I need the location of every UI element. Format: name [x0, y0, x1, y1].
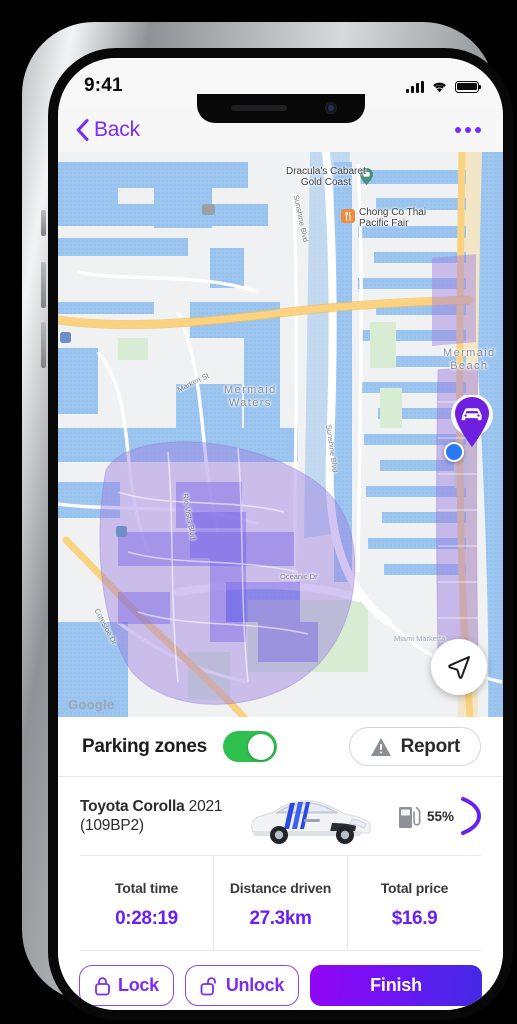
vehicle-make-model: Toyota Corolla: [80, 798, 185, 815]
navigation-arrow-icon: [448, 656, 470, 679]
warning-triangle-icon: [370, 737, 391, 756]
lock-open-icon: [200, 976, 216, 995]
status-bar-clock: 9:41: [84, 75, 123, 96]
vehicle-identity: Toyota Corolla 2021 (109BP2): [80, 797, 223, 835]
phone-screen: 9:41 Back Dracula's Cabaret Gold Coast C…: [58, 58, 503, 1010]
lock-button-label: Lock: [118, 975, 159, 995]
toggle-knob: [248, 733, 275, 760]
fuel-pump-icon: [398, 806, 421, 828]
lock-closed-icon: [95, 976, 110, 995]
stat-value: $16.9: [391, 908, 438, 929]
finish-button[interactable]: Finish: [310, 965, 482, 1006]
stat-value: 0:28:19: [115, 908, 178, 929]
stat-total-price: Total price $16.9: [347, 856, 481, 950]
report-button-label: Report: [400, 735, 461, 757]
parking-zones-row: Parking zones Report: [58, 717, 503, 777]
stat-label: Distance driven: [229, 880, 332, 896]
vehicle-row: Toyota Corolla 2021 (109BP2) 55%: [58, 777, 503, 855]
vehicle-name: Toyota Corolla 2021: [80, 797, 223, 817]
volume-up-button[interactable]: [41, 262, 46, 308]
unlock-button-label: Unlock: [225, 975, 285, 995]
map-canvas: [58, 152, 503, 717]
stat-distance-driven: Distance driven 27.3km: [213, 856, 347, 950]
stat-total-time: Total time 0:28:19: [80, 856, 213, 950]
phone-frame: 9:41 Back Dracula's Cabaret Gold Coast C…: [22, 22, 513, 1020]
stat-value: 27.3km: [249, 908, 312, 929]
map-attribution: Google: [68, 697, 115, 712]
parking-zones-label: Parking zones: [82, 735, 207, 757]
fuel-level-label: 55%: [426, 808, 454, 824]
volume-down-button[interactable]: [41, 322, 46, 368]
finish-button-label: Finish: [370, 975, 422, 995]
unlock-button[interactable]: Unlock: [184, 965, 300, 1006]
bottom-panel: Parking zones Report Toyota Corolla 2021…: [58, 717, 503, 1010]
vehicle-image: [246, 785, 374, 847]
back-button[interactable]: Back: [76, 118, 140, 142]
lock-button[interactable]: Lock: [79, 965, 174, 1006]
more-horizontal-icon[interactable]: [455, 127, 481, 133]
parking-zones-toggle[interactable]: [222, 731, 277, 762]
earpiece-speaker: [230, 105, 287, 111]
car-pin-icon[interactable]: [450, 395, 494, 449]
chevron-left-icon: [76, 119, 89, 141]
map-view[interactable]: Dracula's Cabaret Gold Coast Chong Co Th…: [58, 152, 503, 717]
stat-label: Total price: [380, 880, 449, 896]
trip-stats: Total time 0:28:19 Distance driven 27.3k…: [80, 855, 481, 951]
locate-me-button[interactable]: [431, 639, 487, 695]
mute-switch[interactable]: [41, 210, 46, 236]
vehicle-year: 2021: [188, 798, 223, 815]
restaurant-icon: [341, 209, 355, 223]
signal-bars-icon: [406, 80, 424, 93]
battery-full-icon: [455, 80, 482, 93]
stat-label: Total time: [114, 880, 179, 896]
fuel-arc-indicator: [460, 797, 481, 835]
status-bar-icons: [406, 80, 482, 93]
back-button-label: Back: [94, 118, 140, 141]
device-notch: [196, 94, 365, 123]
screenshot-stage: 9:41 Back Dracula's Cabaret Gold Coast C…: [0, 0, 517, 1024]
front-camera: [324, 102, 337, 114]
parking-zones-group: Parking zones: [82, 731, 277, 762]
fuel-gauge: 55%: [398, 795, 485, 837]
vehicle-plate: (109BP2): [80, 817, 144, 834]
report-button[interactable]: Report: [348, 727, 481, 766]
wifi-icon: [433, 82, 446, 92]
action-bar: Lock Unlock Finish: [58, 951, 503, 1006]
